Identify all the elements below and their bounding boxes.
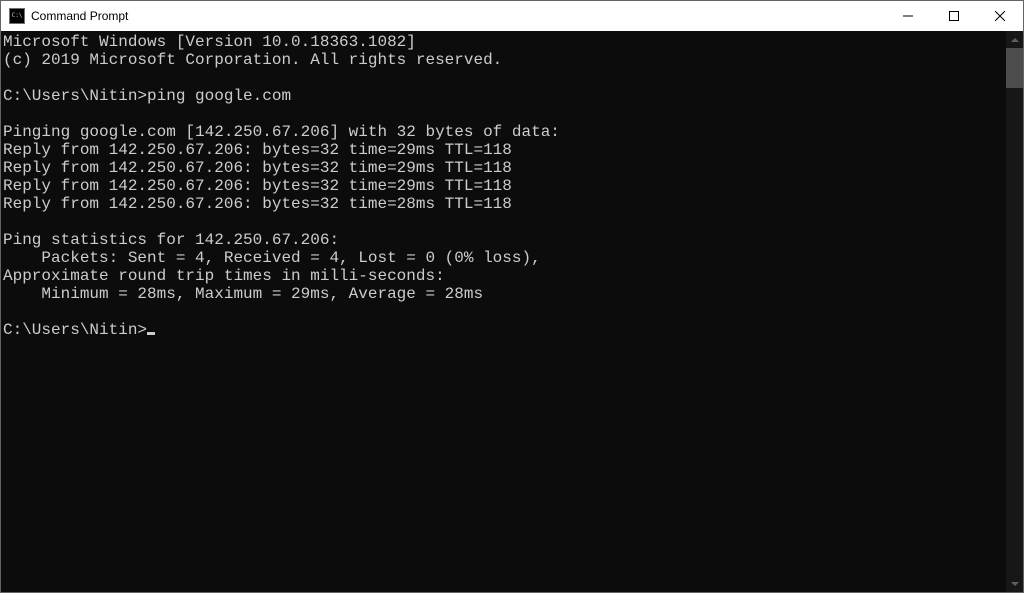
ping-rtt-header: Approximate round trip times in milli-se… xyxy=(3,267,445,285)
maximize-button[interactable] xyxy=(931,1,977,31)
os-version-line: Microsoft Windows [Version 10.0.18363.10… xyxy=(3,33,416,51)
terminal-output[interactable]: Microsoft Windows [Version 10.0.18363.10… xyxy=(1,31,1006,592)
ping-reply: Reply from 142.250.67.206: bytes=32 time… xyxy=(3,177,512,195)
vertical-scrollbar[interactable] xyxy=(1006,31,1023,592)
command-text: ping google.com xyxy=(147,87,291,105)
prompt-path: C:\Users\Nitin> xyxy=(3,321,147,339)
window-controls xyxy=(885,1,1023,31)
minimize-icon xyxy=(903,11,913,21)
copyright-line: (c) 2019 Microsoft Corporation. All righ… xyxy=(3,51,502,69)
ping-rtt-values: Minimum = 28ms, Maximum = 29ms, Average … xyxy=(3,285,483,303)
window-title: Command Prompt xyxy=(31,9,885,23)
chevron-up-icon xyxy=(1011,38,1019,42)
chevron-down-icon xyxy=(1011,582,1019,586)
command-prompt-window: Command Prompt Microsoft Windows [Versio… xyxy=(0,0,1024,593)
ping-stats-header: Ping statistics for 142.250.67.206: xyxy=(3,231,339,249)
cursor xyxy=(147,332,155,335)
cmd-app-icon xyxy=(9,8,25,24)
ping-reply: Reply from 142.250.67.206: bytes=32 time… xyxy=(3,195,512,213)
scroll-down-button[interactable] xyxy=(1006,575,1023,592)
scroll-up-button[interactable] xyxy=(1006,31,1023,48)
scrollbar-thumb[interactable] xyxy=(1006,48,1023,88)
maximize-icon xyxy=(949,11,959,21)
close-icon xyxy=(995,11,1005,21)
close-button[interactable] xyxy=(977,1,1023,31)
prompt-path: C:\Users\Nitin> xyxy=(3,87,147,105)
titlebar[interactable]: Command Prompt xyxy=(1,1,1023,31)
ping-reply: Reply from 142.250.67.206: bytes=32 time… xyxy=(3,141,512,159)
ping-reply: Reply from 142.250.67.206: bytes=32 time… xyxy=(3,159,512,177)
minimize-button[interactable] xyxy=(885,1,931,31)
terminal-area: Microsoft Windows [Version 10.0.18363.10… xyxy=(1,31,1023,592)
pinging-line: Pinging google.com [142.250.67.206] with… xyxy=(3,123,560,141)
ping-stats-packets: Packets: Sent = 4, Received = 4, Lost = … xyxy=(3,249,541,267)
